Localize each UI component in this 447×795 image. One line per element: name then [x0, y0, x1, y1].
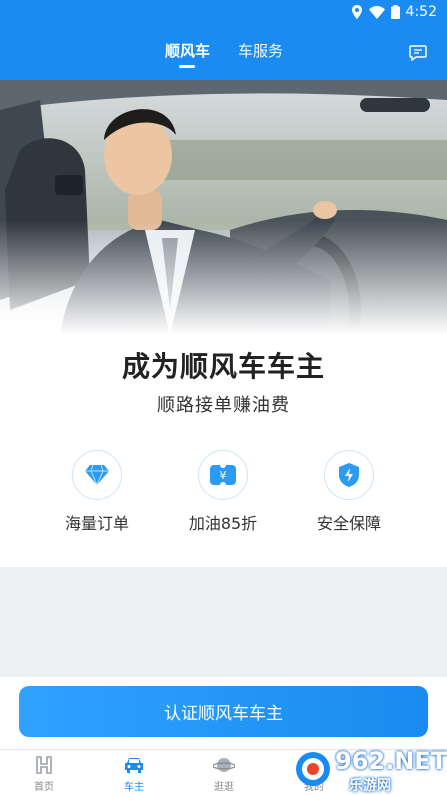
- home-logo-icon: [14, 754, 74, 776]
- feature-label: 加油85折: [188, 514, 258, 533]
- nav-label: 逛逛: [214, 782, 234, 793]
- feature-massive-orders: 海量订单: [42, 450, 152, 534]
- site-watermark: 962.NET 乐游网: [293, 745, 447, 794]
- status-time: 4:52: [405, 4, 437, 20]
- message-icon[interactable]: [409, 45, 427, 61]
- watermark-logo-icon: [296, 752, 330, 786]
- diamond-icon: [72, 450, 122, 500]
- nav-label: 首页: [34, 782, 54, 793]
- top-tabs: 顺风车 车服务: [0, 40, 447, 70]
- promo-subtitle: 顺路接单赚油费: [157, 395, 290, 416]
- feature-safety: 安全保障: [294, 450, 404, 534]
- yuan-coupon-icon: ¥: [198, 450, 248, 500]
- feature-label: 海量订单: [64, 514, 129, 533]
- nav-item-explore[interactable]: 逛逛: [194, 754, 254, 793]
- content-background: [0, 567, 447, 677]
- status-bar: 4:52: [0, 0, 447, 26]
- watermark-subtext: 乐游网: [349, 778, 391, 794]
- planet-icon: [194, 754, 254, 776]
- promo-card: 成为顺风车车主 顺路接单赚油费 海量订单 ¥ 加油85折 安全保障: [0, 335, 447, 567]
- nav-label: 车主: [124, 782, 144, 793]
- promo-title: 成为顺风车车主: [121, 350, 325, 383]
- battery-icon: [390, 5, 400, 19]
- cta-bar: 认证顺风车车主: [0, 677, 447, 749]
- tab-car-service[interactable]: 车服务: [238, 40, 283, 61]
- app-header: 4:52 顺风车 车服务: [0, 0, 447, 82]
- watermark-text: 962.NET: [335, 747, 447, 775]
- svg-text:¥: ¥: [220, 469, 227, 482]
- feature-label: 安全保障: [316, 514, 381, 533]
- nav-item-home[interactable]: 首页: [14, 754, 74, 793]
- active-tab-indicator: [179, 65, 195, 68]
- become-driver-button[interactable]: 认证顺风车车主: [19, 686, 428, 737]
- feature-fuel-discount: ¥ 加油85折: [168, 450, 278, 534]
- hero-driver-image: [0, 80, 447, 335]
- status-icons: 4:52: [351, 4, 437, 20]
- nav-item-driver[interactable]: 车主: [104, 754, 164, 793]
- tab-shunfengche[interactable]: 顺风车: [165, 40, 210, 61]
- shield-icon: [324, 450, 374, 500]
- car-icon: [104, 754, 164, 776]
- wifi-icon: [368, 5, 385, 19]
- location-icon: [351, 5, 362, 19]
